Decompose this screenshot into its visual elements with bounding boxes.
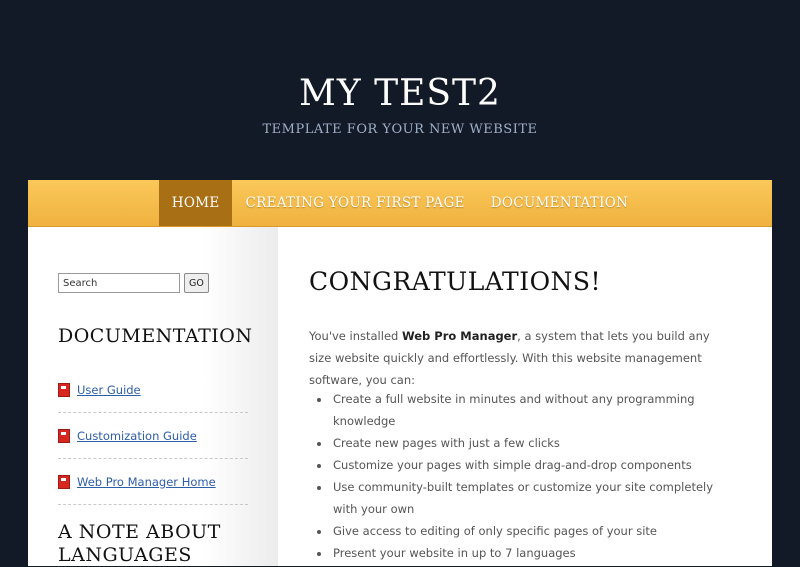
page-heading: CONGRATULATIONS! [309, 267, 602, 296]
search-input[interactable] [58, 273, 180, 293]
pdf-icon [58, 428, 70, 443]
sidebar: GO DOCUMENTATION User Guide Customizatio… [28, 227, 278, 566]
doc-list-item: User Guide [58, 367, 248, 413]
doc-list-item: Customization Guide [58, 413, 248, 459]
site-header: MY TEST2 TEMPLATE FOR YOUR NEW WEBSITE [0, 0, 800, 179]
site-tagline: TEMPLATE FOR YOUR NEW WEBSITE [262, 122, 538, 137]
nav-item-documentation[interactable]: DOCUMENTATION [478, 180, 641, 226]
nav-item-home[interactable]: HOME [158, 180, 233, 226]
doc-list-item: Web Pro Manager Home [58, 459, 248, 505]
documentation-heading: DOCUMENTATION [58, 325, 253, 347]
main-content: CONGRATULATIONS! You've installed Web Pr… [278, 227, 772, 566]
product-name: Web Pro Manager [401, 329, 518, 343]
feature-item: Give access to editing of only specific … [331, 520, 729, 542]
intro-text: You've installed [309, 329, 402, 343]
site-title: MY TEST2 [299, 73, 501, 114]
web-pro-manager-home-link[interactable]: Web Pro Manager Home [77, 475, 216, 489]
feature-item: Create new pages with just a few clicks [331, 432, 729, 454]
feature-item: Customize your pages with simple drag-an… [331, 454, 729, 476]
feature-item: Create a full website in minutes and wit… [331, 388, 729, 432]
main-nav: HOME CREATING YOUR FIRST PAGE DOCUMENTAT… [28, 180, 772, 227]
content-area: GO DOCUMENTATION User Guide Customizatio… [28, 227, 772, 566]
intro-paragraph: You've installed Web Pro Manager, a syst… [309, 325, 729, 391]
nav-item-creating-your-first-page[interactable]: CREATING YOUR FIRST PAGE [232, 180, 477, 226]
note-about-languages-heading: A NOTE ABOUT LANGUAGES [58, 521, 221, 566]
user-guide-link[interactable]: User Guide [77, 383, 141, 397]
search-form: GO [58, 273, 209, 293]
documentation-list: User Guide Customization Guide Web Pro M… [58, 367, 248, 505]
feature-list: Create a full website in minutes and wit… [309, 388, 729, 564]
feature-item: Use community-built templates or customi… [331, 476, 729, 520]
pdf-icon [58, 474, 70, 489]
customization-guide-link[interactable]: Customization Guide [77, 429, 197, 443]
feature-item: Present your website in up to 7 language… [331, 542, 729, 564]
pdf-icon [58, 382, 70, 397]
search-go-button[interactable]: GO [184, 273, 209, 293]
